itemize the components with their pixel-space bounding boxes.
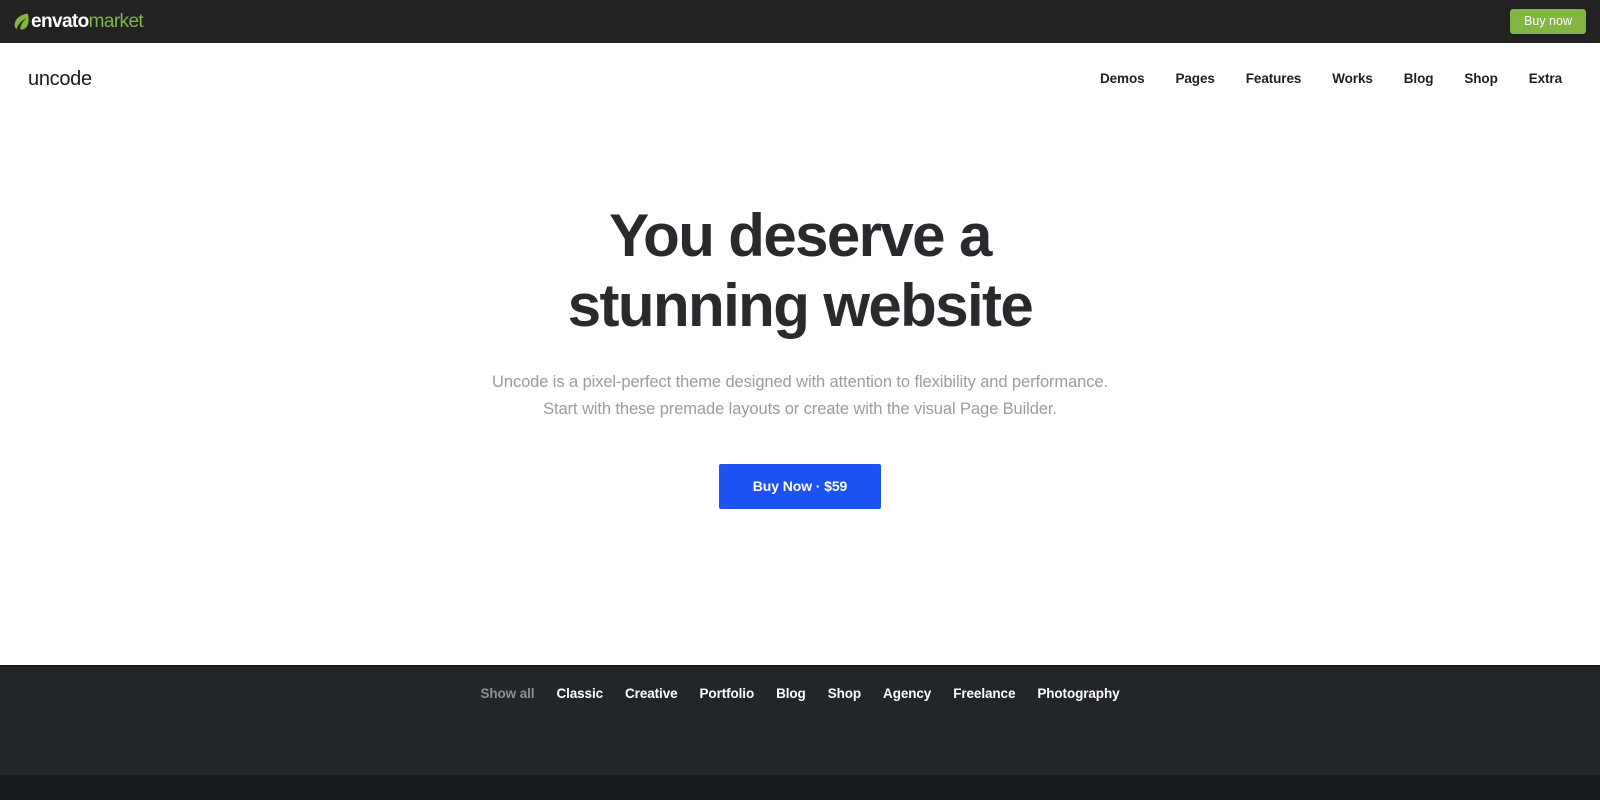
leaf-icon bbox=[14, 13, 29, 30]
main-navigation: Demos Pages Features Works Blog Shop Ext… bbox=[1100, 72, 1572, 86]
filter-item-photography[interactable]: Photography bbox=[1037, 687, 1119, 701]
hero-subtitle-line-2: Start with these premade layouts or crea… bbox=[543, 399, 1057, 418]
hero-section: You deserve a stunning website Uncode is… bbox=[0, 115, 1600, 665]
page-bottom-strip bbox=[0, 775, 1600, 800]
envato-market-logo[interactable]: envato market bbox=[14, 11, 144, 33]
site-header: uncode Demos Pages Features Works Blog S… bbox=[0, 43, 1600, 115]
brand-logo-uncode[interactable]: uncode bbox=[28, 69, 92, 89]
envato-word-secondary: market bbox=[88, 11, 144, 32]
nav-item-shop[interactable]: Shop bbox=[1464, 72, 1497, 86]
nav-item-works[interactable]: Works bbox=[1332, 72, 1373, 86]
filter-item-blog[interactable]: Blog bbox=[776, 687, 806, 701]
nav-item-pages[interactable]: Pages bbox=[1176, 72, 1215, 86]
filter-item-classic[interactable]: Classic bbox=[556, 687, 603, 701]
nav-item-demos[interactable]: Demos bbox=[1100, 72, 1145, 86]
demo-filter-bar: Show all Classic Creative Portfolio Blog… bbox=[480, 687, 1119, 701]
filter-item-shop[interactable]: Shop bbox=[828, 687, 861, 701]
hero-buy-now-button[interactable]: Buy Now · $59 bbox=[718, 464, 882, 510]
demo-filter-section: Show all Classic Creative Portfolio Blog… bbox=[0, 665, 1600, 775]
page-root: envato market Buy now uncode Demos Pages … bbox=[0, 0, 1600, 800]
filter-item-agency[interactable]: Agency bbox=[883, 687, 931, 701]
hero-subtitle-line-1: Uncode is a pixel-perfect theme designed… bbox=[492, 372, 1108, 391]
hero-title-line-1: You deserve a bbox=[609, 201, 992, 269]
filter-item-freelance[interactable]: Freelance bbox=[953, 687, 1015, 701]
envato-market-bar: envato market Buy now bbox=[0, 0, 1600, 43]
envato-wordmark: envato market bbox=[31, 11, 144, 32]
nav-item-features[interactable]: Features bbox=[1246, 72, 1302, 86]
filter-item-portfolio[interactable]: Portfolio bbox=[700, 687, 755, 701]
hero-title: You deserve a stunning website bbox=[567, 201, 1034, 341]
hero-subtitle: Uncode is a pixel-perfect theme designed… bbox=[492, 369, 1108, 422]
filter-item-show-all[interactable]: Show all bbox=[480, 687, 534, 701]
filter-item-creative[interactable]: Creative bbox=[625, 687, 678, 701]
nav-item-extra[interactable]: Extra bbox=[1529, 72, 1562, 86]
hero-title-line-2: stunning website bbox=[567, 271, 1034, 339]
envato-buy-now-button[interactable]: Buy now bbox=[1510, 9, 1586, 34]
envato-word-primary: envato bbox=[31, 11, 89, 32]
nav-item-blog[interactable]: Blog bbox=[1404, 72, 1434, 86]
